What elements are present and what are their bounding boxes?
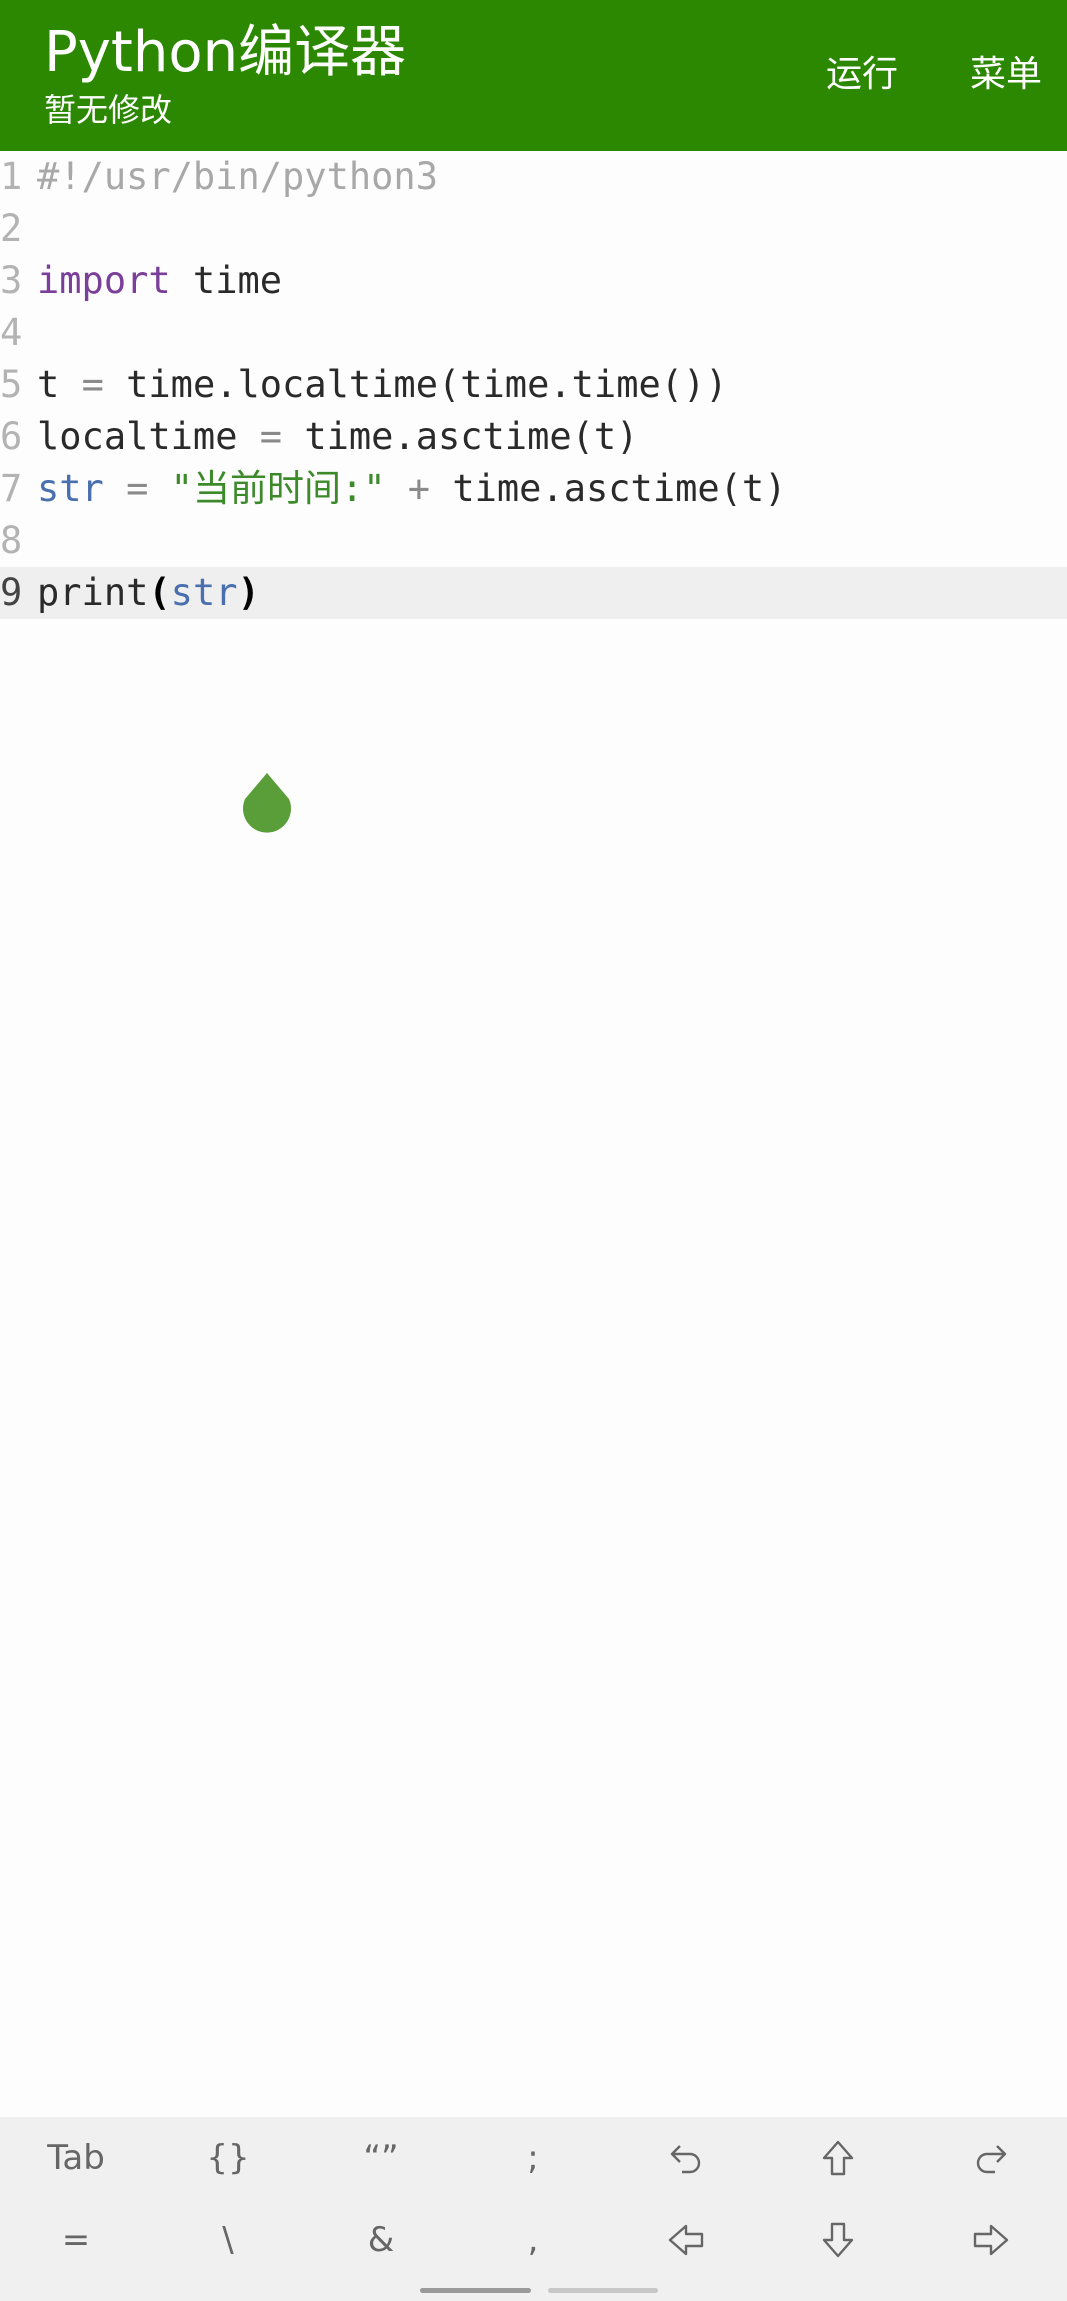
arrow-up-icon (822, 2140, 854, 2176)
line-number: 4 (0, 311, 23, 354)
ampersand-key-label: & (367, 2220, 395, 2260)
code-line[interactable]: 5t = time.localtime(time.time()) (0, 359, 1067, 411)
redo-button[interactable] (915, 2117, 1067, 2199)
code-token-string: "当前时间:" (170, 467, 386, 510)
ampersand-key[interactable]: & (305, 2199, 457, 2281)
line-code: import time (37, 255, 282, 307)
undo-icon (670, 2145, 701, 2174)
cursor-left-button[interactable] (610, 2199, 762, 2281)
equals-key-label: = (61, 2220, 91, 2260)
line-number: 8 (0, 519, 23, 562)
code-line[interactable]: 3 import time (0, 255, 1067, 307)
code-line[interactable]: 2 (0, 203, 1067, 255)
app-title: Python编译器 (44, 20, 407, 85)
code-line[interactable]: 9 print(str) (0, 567, 1067, 619)
code-token-plain: time.asctime(t) (430, 467, 787, 510)
line-code: localtime = time.asctime(t) (37, 411, 638, 463)
code-token-builtin: str (37, 467, 104, 510)
undo-button[interactable] (610, 2117, 762, 2199)
code-token-bracket: ) (237, 571, 260, 614)
tab-key-label: Tab (47, 2138, 105, 2178)
code-line[interactable]: 8 (0, 515, 1067, 567)
code-token-comment: #!/usr/bin/python3 (37, 155, 438, 198)
line-code: #!/usr/bin/python3 (37, 151, 438, 203)
line-number: 9 (0, 571, 23, 614)
code-token-builtin: str (170, 571, 238, 614)
code-line[interactable]: 4 (0, 307, 1067, 359)
menu-button[interactable]: 菜单 (970, 50, 1042, 100)
arrow-down-icon (822, 2222, 854, 2258)
code-token-plain: localtime (37, 415, 260, 458)
code-line[interactable]: 6 localtime = time.asctime(t) (0, 411, 1067, 463)
scroll-indicator-inactive (548, 2288, 658, 2293)
code-token-op: = (81, 363, 104, 406)
line-number: 1 (0, 155, 23, 198)
python-editor-app: Python编译器 暂无修改 运行 菜单 9 print(str) 8 7 str = … (0, 0, 1067, 2301)
line-number: 2 (0, 207, 23, 250)
code-editor[interactable]: 9 print(str) 8 7 str = "当前时间:" + time.asctim… (0, 151, 1067, 2117)
shift-button[interactable] (762, 2117, 914, 2199)
braces-key[interactable]: {} (152, 2117, 304, 2199)
code-token-keyword: import (37, 259, 171, 302)
quotes-key-label: “” (363, 2138, 399, 2178)
line-number: 5 (0, 363, 23, 406)
backslash-key-label: \ (222, 2220, 234, 2260)
quotes-key[interactable]: “” (305, 2117, 457, 2199)
redo-icon (976, 2145, 1007, 2174)
code-token-op: = (259, 415, 283, 458)
comma-key[interactable]: , (457, 2199, 609, 2281)
scroll-indicator-active (420, 2288, 531, 2293)
arrow-left-icon (668, 2224, 704, 2256)
code-token-plain: time.localtime(time.time()) (103, 363, 728, 406)
line-code: t = time.localtime(time.time()) (37, 359, 728, 411)
cursor-down-button[interactable] (762, 2199, 914, 2281)
semicolon-key-label: ; (527, 2138, 539, 2178)
backslash-key[interactable]: \ (152, 2199, 304, 2281)
cursor-handle[interactable] (239, 771, 295, 837)
comma-key-label: , (527, 2220, 539, 2260)
tab-key[interactable]: Tab (0, 2117, 152, 2199)
line-number: 7 (0, 467, 23, 510)
semicolon-key[interactable]: ; (457, 2117, 609, 2199)
symbol-toolbar: Tab {} “” ; = \ & , (0, 2117, 1067, 2301)
braces-key-label: {} (206, 2138, 250, 2178)
line-number: 6 (0, 415, 23, 458)
line-number: 3 (0, 259, 23, 302)
equals-key[interactable]: = (0, 2199, 152, 2281)
line-code: str = "当前时间:" + time.asctime(t) (37, 463, 786, 515)
modification-status: 暂无修改 (44, 91, 173, 129)
code-token-op: + (407, 467, 431, 510)
cursor-right-button[interactable] (915, 2199, 1067, 2281)
code-token-plain: time.asctime(t) (282, 415, 639, 458)
line-code: print(str) (37, 567, 260, 619)
app-header: Python编译器 暂无修改 运行 菜单 (0, 0, 1067, 151)
code-token-op: = (126, 467, 149, 510)
arrow-right-icon (973, 2224, 1009, 2256)
code-token-plain: time (170, 259, 283, 302)
code-token-plain: t (37, 363, 82, 406)
code-line[interactable]: 1 #!/usr/bin/python3 (0, 151, 1067, 203)
code-token-plain: print (37, 571, 149, 614)
code-token-bracket: ( (148, 571, 171, 614)
code-line[interactable]: 7 str = "当前时间:" + time.asctime(t) (0, 463, 1067, 515)
run-button[interactable]: 运行 (826, 50, 898, 100)
